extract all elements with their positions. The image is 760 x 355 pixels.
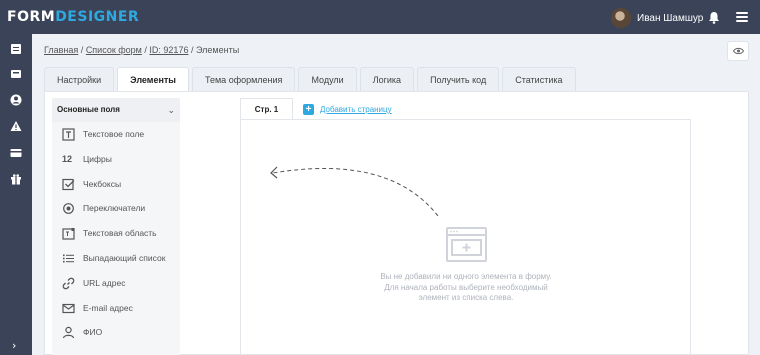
list-icon [63,254,74,263]
field-email[interactable]: E-mail адрес [52,296,180,321]
empty-state-illustration [270,166,487,262]
empty-state-line: элемент из списка слева. [418,293,514,302]
chevron-down-icon: ⌄ [167,105,175,115]
fields-group-header[interactable]: Основные поля ⌄ [52,98,180,122]
page-tab-1[interactable]: Стр. 1 [240,98,293,120]
gift-icon[interactable] [10,173,22,185]
field-label: URL адрес [83,277,126,288]
user-menu[interactable]: Иван Шамшур [611,8,703,28]
tab-logic[interactable]: Логика [359,67,415,91]
add-page-label: Добавить страницу [320,105,392,114]
credit-card-icon[interactable] [10,147,22,159]
field-label: Текстовое поле [83,129,145,139]
inbox-icon[interactable] [10,68,22,80]
tab-bar: Настройки Элементы Тема оформления Модул… [44,67,579,92]
field-label: Текстовая область [83,228,157,239]
tab-statistics[interactable]: Статистика [502,67,576,91]
tab-settings[interactable]: Настройки [44,67,115,91]
link-icon [62,277,75,290]
field-label: Чекбоксы [83,178,122,189]
person-icon [62,327,75,339]
logo-text-form: FORM [7,9,56,25]
checkbox-icon [62,178,75,190]
field-label: Выпадающий список [83,252,166,263]
main-panel: Основные поля ⌄ Текстовое поле 12 Цифры … [44,91,749,355]
field-fullname[interactable]: ФИО [52,320,180,345]
empty-state-message: Вы не добавили ни одного элемента в форм… [361,272,571,304]
app-logo[interactable]: FORMDESIGNER [7,9,139,25]
breadcrumb-separator: / [190,45,194,55]
breadcrumb-form-id[interactable]: ID: 92176 [149,45,188,55]
text-field-icon [62,128,75,141]
field-radios[interactable]: Переключатели [52,196,180,221]
left-rail: › [0,34,32,355]
field-text[interactable]: Текстовое поле [52,122,180,147]
menu-icon[interactable] [736,12,748,22]
breadcrumb-current: Элементы [196,45,240,55]
numbers-icon: 12 [62,153,73,164]
field-textarea[interactable]: Текстовая область [52,221,180,246]
bell-icon[interactable] [708,11,720,24]
fields-group-title: Основные поля [57,105,120,114]
plus-icon: + [303,104,314,115]
field-label: Переключатели [83,203,146,214]
logo-text-designer: DESIGNER [55,9,140,25]
breadcrumb-separator: / [80,45,84,55]
breadcrumb-separator: / [144,45,147,55]
tab-modules[interactable]: Модули [298,67,357,91]
form-drop-area[interactable]: Вы не добавили ни одного элемента в форм… [240,119,691,355]
breadcrumb-home[interactable]: Главная [44,45,78,55]
avatar [611,8,631,28]
field-label: E-mail адрес [83,302,133,313]
add-page-button[interactable]: + Добавить страницу [303,104,392,115]
envelope-icon [62,303,75,313]
field-checkboxes[interactable]: Чекбоксы [52,172,180,197]
window-add-icon [446,227,487,262]
field-dropdown[interactable]: Выпадающий список [52,246,180,271]
dashed-arrow-curve [272,167,439,217]
textarea-icon [62,228,75,240]
warning-icon[interactable] [10,120,22,132]
empty-state-line: Вы не добавили ни одного элемента в форм… [380,272,552,281]
breadcrumb: Главная / Список форм / ID: 92176 / Элем… [44,45,239,55]
field-label: ФИО [83,327,103,338]
empty-state-line: Для начала работы выберите необходимый [384,282,548,292]
tab-elements[interactable]: Элементы [117,67,189,92]
eye-icon [733,47,744,55]
user-name: Иван Шамшур [637,12,704,24]
document-icon[interactable] [10,43,22,55]
field-numbers[interactable]: 12 Цифры [52,147,180,172]
field-label: Цифры [83,153,112,164]
fields-palette: Основные поля ⌄ Текстовое поле 12 Цифры … [52,98,180,355]
preview-button[interactable] [727,41,749,61]
radio-icon [63,203,74,215]
tab-get-code[interactable]: Получить код [417,67,500,91]
field-url[interactable]: URL адрес [52,271,180,296]
tab-theme[interactable]: Тема оформления [192,67,296,91]
top-bar: FORMDESIGNER Иван Шамшур [0,0,760,34]
chevron-right-icon[interactable]: › [12,339,16,352]
breadcrumb-forms[interactable]: Список форм [86,45,142,55]
user-circle-icon[interactable] [10,94,22,106]
